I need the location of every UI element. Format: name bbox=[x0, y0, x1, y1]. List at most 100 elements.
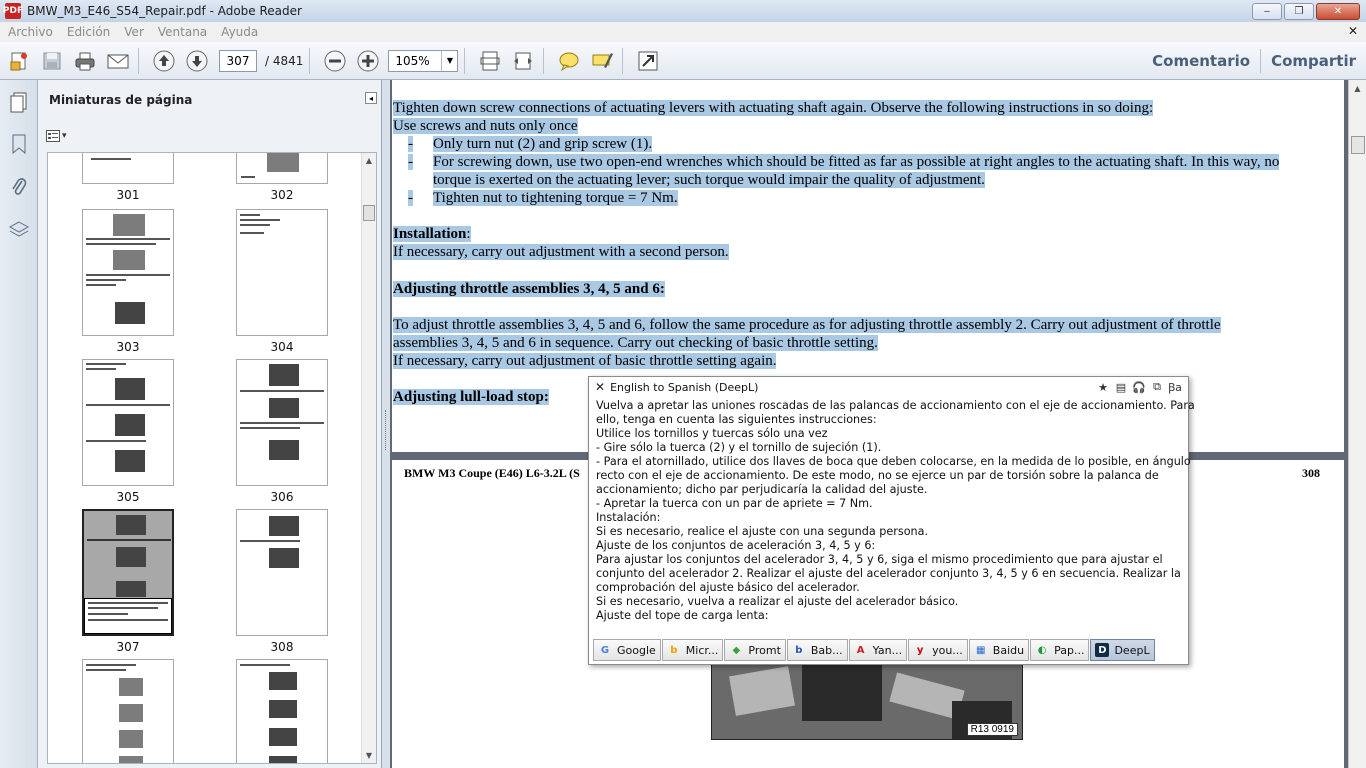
next-page-icon[interactable] bbox=[183, 47, 211, 75]
menu-ventana[interactable]: Ventana bbox=[158, 25, 207, 39]
layers-icon[interactable] bbox=[7, 218, 31, 242]
engine-promt-button[interactable]: ◆ Promt bbox=[724, 639, 786, 661]
page-thumbnails-icon[interactable] bbox=[7, 90, 31, 114]
listen-headphones-icon[interactable]: 🎧 bbox=[1132, 380, 1146, 394]
toolbar-right-links: Comentario Compartir bbox=[1142, 42, 1366, 80]
print-icon[interactable] bbox=[71, 47, 99, 75]
thumbnail-page[interactable]: 308 bbox=[236, 509, 328, 654]
chevron-down-icon: ▾ bbox=[62, 131, 67, 141]
page-number: 308 bbox=[1302, 466, 1320, 480]
engine-papago-button[interactable]: ◐ Pap... bbox=[1030, 639, 1090, 661]
translate-settings-icon[interactable]: Ꞵa bbox=[1168, 380, 1182, 394]
comment-pane-button[interactable]: Comentario bbox=[1142, 52, 1260, 70]
doc-heading: Adjusting throttle assemblies 3, 4, 5 an… bbox=[393, 281, 665, 297]
doc-text-line: Use screws and nuts only once bbox=[393, 118, 578, 134]
email-icon[interactable] bbox=[104, 47, 132, 75]
engine-google-button[interactable]: G Google bbox=[593, 639, 661, 661]
save-icon[interactable] bbox=[38, 47, 66, 75]
yandex-icon: A bbox=[856, 644, 865, 656]
collapse-panel-icon[interactable]: ◂ bbox=[365, 92, 377, 104]
doc-text-line: torque is exerted on the actuating lever… bbox=[433, 172, 985, 188]
figure-image: R13 0919 bbox=[711, 660, 1023, 740]
scrollbar-thumb[interactable] bbox=[1351, 136, 1365, 154]
panel-splitter[interactable] bbox=[382, 80, 390, 768]
restore-button[interactable]: ❐ bbox=[1284, 3, 1314, 20]
menu-ayuda[interactable]: Ayuda bbox=[221, 25, 258, 39]
comment-bubble-icon[interactable] bbox=[555, 47, 583, 75]
doc-text-line: If necessary, carry out adjustment of ba… bbox=[393, 353, 777, 369]
translation-line: ello, tenga en cuenta las siguientes ins… bbox=[596, 413, 877, 426]
translation-line: Utilice los tornillos y tuercas sólo una… bbox=[596, 427, 828, 440]
toolbar-separator bbox=[309, 47, 311, 74]
page-number-input[interactable]: 307 bbox=[219, 49, 257, 72]
dictionary-icon[interactable]: ▤ bbox=[1114, 380, 1128, 394]
translation-line: Instalación: bbox=[596, 511, 661, 524]
thumbnail-page-selected[interactable]: 307 bbox=[82, 509, 174, 654]
menu-archivo[interactable]: Archivo bbox=[8, 25, 53, 39]
doc-text-line: Only turn nut (2) and grip screw (1). bbox=[433, 136, 653, 152]
close-window-button[interactable]: ✕ bbox=[1316, 3, 1360, 20]
thumbnail-options-button[interactable]: ▾ bbox=[46, 127, 74, 145]
thumbnail-scrollbar[interactable]: ▲ ▼ bbox=[361, 153, 376, 763]
menu-edicion[interactable]: Edición bbox=[67, 25, 110, 39]
thumbnail-page-number: 303 bbox=[116, 340, 140, 354]
engine-youdao-button[interactable]: y you... bbox=[908, 639, 968, 661]
thumbnail-page-number: 302 bbox=[270, 188, 294, 202]
previous-page-icon[interactable] bbox=[150, 47, 178, 75]
close-document-icon[interactable]: ✕ bbox=[1348, 24, 1358, 38]
thumbnail-page[interactable] bbox=[82, 659, 174, 763]
engine-deepl-button[interactable]: D DeepL bbox=[1090, 639, 1155, 661]
fit-page-icon[interactable] bbox=[476, 47, 504, 75]
translation-text[interactable]: Vuelva a apretar las uniones roscadas de… bbox=[596, 399, 1195, 625]
thumbnails-panel-title: Miniaturas de página bbox=[49, 93, 193, 107]
papago-icon: ◐ bbox=[1037, 644, 1047, 656]
bookmarks-icon[interactable] bbox=[7, 132, 31, 156]
minimize-button[interactable]: ‒ bbox=[1252, 3, 1282, 20]
thumbnail-page-number: 301 bbox=[116, 188, 140, 202]
attachments-icon[interactable] bbox=[7, 175, 31, 199]
highlight-icon[interactable] bbox=[588, 47, 616, 75]
thumbnail-list: 301 302 303 304 305 306 307 308 ▲ ▼ bbox=[47, 152, 377, 764]
thumbnail-page[interactable]: 305 bbox=[82, 359, 174, 504]
expand-icon[interactable] bbox=[634, 47, 662, 75]
doc-bullet-dash: - bbox=[408, 190, 413, 206]
engine-microsoft-button[interactable]: b Micr... bbox=[661, 639, 724, 661]
scroll-down-icon[interactable]: ▼ bbox=[362, 748, 376, 763]
bing-icon: b bbox=[670, 644, 678, 656]
engine-yandex-button[interactable]: A Yan... bbox=[848, 639, 908, 661]
translation-line: accionamiento; dicho par perjudicaría la… bbox=[596, 483, 928, 496]
create-pdf-icon[interactable] bbox=[5, 47, 33, 75]
fit-width-icon[interactable] bbox=[509, 47, 537, 75]
toolbar-separator bbox=[464, 47, 466, 74]
doc-text-line: For screwing down, use two open-end wren… bbox=[433, 154, 1280, 170]
chevron-down-icon[interactable]: ▼ bbox=[441, 50, 457, 71]
thumbnail-page[interactable]: 304 bbox=[236, 209, 328, 354]
scrollbar-thumb[interactable] bbox=[363, 205, 375, 221]
adobe-reader-window: PDF BMW_M3_E46_S54_Repair.pdf - Adobe Re… bbox=[0, 0, 1366, 768]
doc-text-line: assemblies 3, 4, 5 and 6 in sequence. Ca… bbox=[393, 335, 878, 351]
thumbnail-page-number: 306 bbox=[270, 490, 294, 504]
thumbnail-page[interactable] bbox=[236, 659, 328, 763]
title-bar: PDF BMW_M3_E46_S54_Repair.pdf - Adobe Re… bbox=[0, 0, 1366, 22]
zoom-select[interactable]: 105% ▼ bbox=[388, 49, 459, 72]
scroll-up-icon[interactable]: ▲ bbox=[1349, 80, 1366, 97]
toolbar-separator bbox=[543, 47, 545, 74]
favorite-star-icon[interactable]: ★ bbox=[1096, 380, 1110, 394]
document-scrollbar[interactable]: ▲ bbox=[1348, 80, 1366, 768]
visible-region-frame bbox=[84, 598, 172, 634]
scroll-up-icon[interactable]: ▲ bbox=[362, 153, 376, 168]
thumbnail-page[interactable]: 303 bbox=[82, 209, 174, 354]
zoom-out-icon[interactable] bbox=[321, 47, 349, 75]
close-icon[interactable]: ✕ bbox=[595, 380, 605, 394]
doc-text-line: Tighten nut to tightening torque = 7 Nm. bbox=[433, 190, 678, 206]
thumbnail-page[interactable]: 306 bbox=[236, 359, 328, 504]
toolbar-separator bbox=[138, 47, 139, 74]
engine-babylon-button[interactable]: b Bab... bbox=[786, 639, 848, 661]
thumbnail-page[interactable]: 301 bbox=[82, 153, 174, 202]
engine-baidu-button[interactable]: ▦ Baidu bbox=[968, 639, 1030, 661]
menu-ver[interactable]: Ver bbox=[124, 25, 144, 39]
share-pane-button[interactable]: Compartir bbox=[1261, 52, 1366, 70]
zoom-in-icon[interactable] bbox=[354, 47, 382, 75]
copy-icon[interactable]: ⧉ bbox=[1150, 380, 1164, 394]
thumbnail-page[interactable]: 302 bbox=[236, 153, 328, 202]
